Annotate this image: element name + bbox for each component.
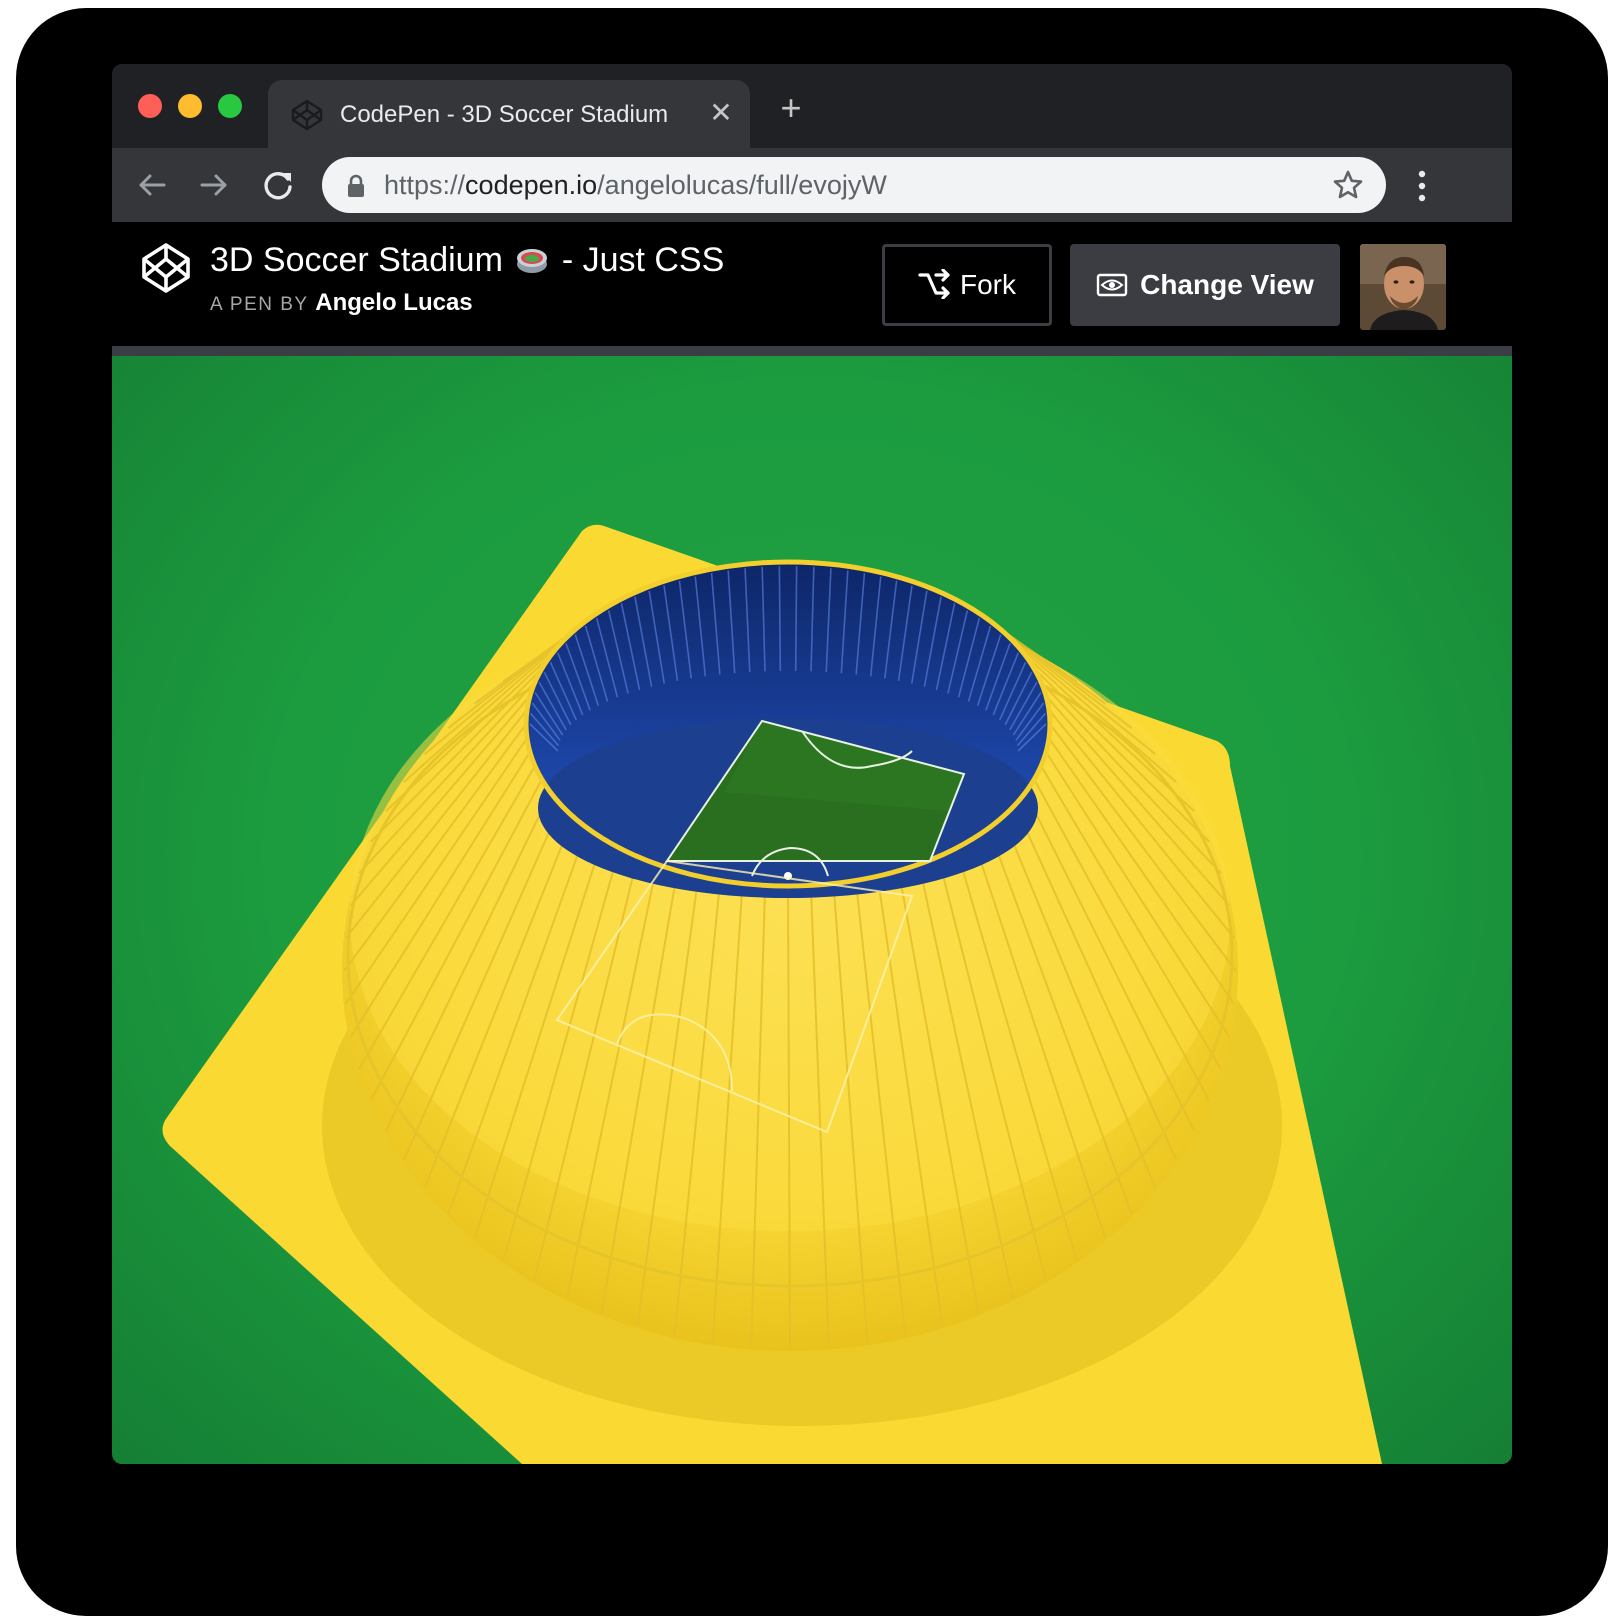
fork-button[interactable]: Fork — [882, 244, 1052, 326]
browser-window: CodePen - 3D Soccer Stadium ✕ + https:// — [112, 64, 1512, 1464]
fork-icon — [918, 269, 950, 299]
header-divider — [112, 346, 1512, 356]
frame-edge — [1608, 95, 1624, 1525]
byline-prefix: A PEN BY — [210, 294, 309, 315]
pen-title: 3D Soccer Stadium - Just CSS — [210, 238, 830, 282]
stand-rib — [778, 566, 782, 672]
url-text: https://codepen.io/angelolucas/full/evoj… — [384, 169, 1284, 201]
avatar-image — [1360, 244, 1446, 330]
author-link[interactable]: Angelo Lucas — [315, 289, 472, 316]
tab-title: CodePen - 3D Soccer Stadium — [340, 101, 669, 128]
minimize-window-button[interactable] — [178, 94, 202, 118]
new-tab-button[interactable]: + — [774, 90, 808, 126]
lock-icon — [348, 174, 364, 197]
tab-codepen[interactable]: CodePen - 3D Soccer Stadium ✕ — [268, 80, 750, 148]
stadium-emoji-icon — [517, 249, 548, 273]
user-avatar[interactable] — [1360, 244, 1446, 330]
change-view-label: Change View — [1140, 269, 1314, 300]
pen-title-main: 3D Soccer Stadium — [210, 241, 503, 279]
bookmark-star-icon[interactable] — [1332, 169, 1364, 201]
browser-menu-icon[interactable] — [1408, 166, 1436, 206]
pen-byline: A PEN BY Angelo Lucas — [210, 288, 710, 318]
codepen-header: 3D Soccer Stadium - Just CSS A PEN BY An… — [112, 222, 1512, 346]
maximize-window-button[interactable] — [218, 94, 242, 118]
eye-icon — [1096, 273, 1128, 297]
codepen-icon — [291, 99, 323, 131]
codepen-logo-icon[interactable] — [140, 242, 192, 294]
change-view-button[interactable]: Change View — [1070, 244, 1340, 326]
url-scheme: https:// — [384, 170, 466, 200]
fork-label: Fork — [960, 269, 1016, 300]
tab-strip: CodePen - 3D Soccer Stadium ✕ + — [112, 64, 1512, 148]
forward-arrow-icon[interactable] — [194, 165, 234, 205]
pen-title-suffix: - Just CSS — [561, 241, 725, 279]
reload-icon[interactable] — [258, 165, 298, 205]
url-host: codepen.io — [465, 170, 598, 200]
close-window-button[interactable] — [138, 94, 162, 118]
back-arrow-icon[interactable] — [132, 165, 172, 205]
browser-toolbar: https://codepen.io/angelolucas/full/evoj… — [112, 148, 1512, 222]
address-bar[interactable]: https://codepen.io/angelolucas/full/evoj… — [322, 157, 1386, 213]
url-path: /angelolucas/full/evojyW — [597, 170, 887, 200]
stadium-scene — [162, 524, 1382, 1464]
tab-close-icon[interactable]: ✕ — [706, 98, 736, 128]
stand-rib — [794, 566, 798, 672]
pen-preview — [112, 356, 1512, 1464]
